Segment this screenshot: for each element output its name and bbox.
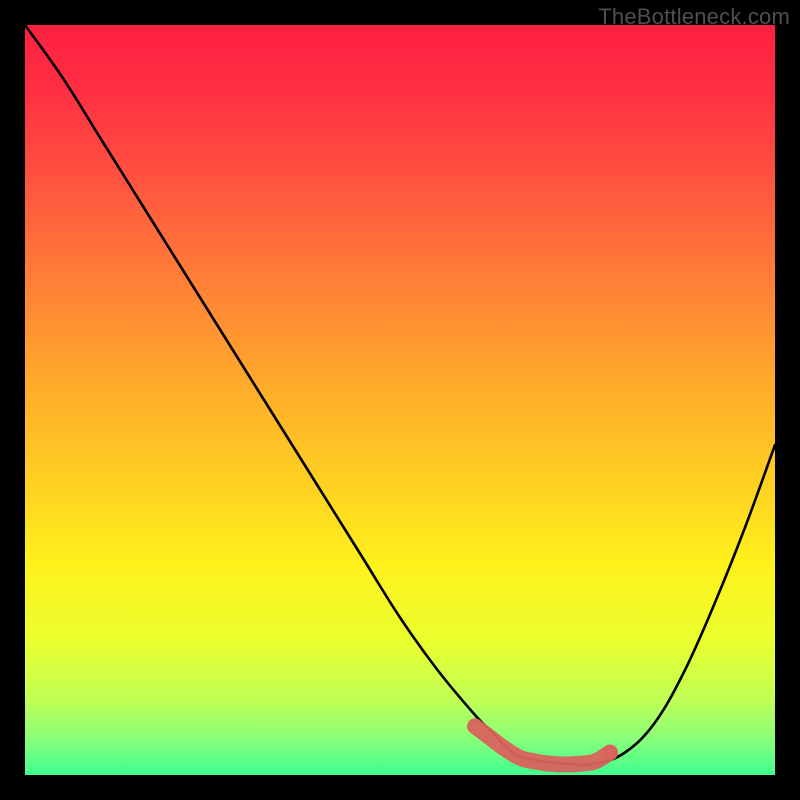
plot-area xyxy=(25,25,775,775)
valley-band xyxy=(475,726,610,764)
curve-layer xyxy=(25,25,775,775)
valley-end-marker xyxy=(603,746,617,760)
chart-frame: TheBottleneck.com xyxy=(0,0,800,800)
bottleneck-curve xyxy=(25,25,775,765)
